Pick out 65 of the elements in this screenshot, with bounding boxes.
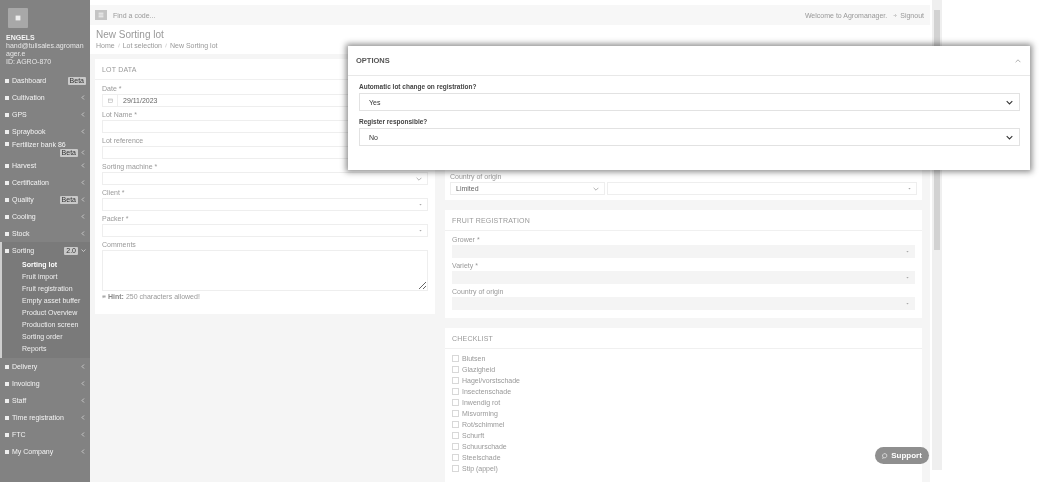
square-icon: [5, 248, 9, 253]
chevron-icon: [81, 150, 86, 155]
square-icon: [5, 112, 9, 117]
checkbox[interactable]: [452, 454, 459, 461]
square-icon: [5, 449, 9, 454]
checkbox[interactable]: [452, 377, 459, 384]
select-field[interactable]: [102, 198, 428, 211]
select-field[interactable]: [452, 297, 915, 310]
speech-bubble-icon: [102, 294, 106, 299]
checkbox[interactable]: [452, 421, 459, 428]
square-icon: [5, 163, 9, 168]
chevron-icon: [81, 381, 86, 386]
square-icon: [5, 197, 9, 202]
chevron-icon: [593, 185, 599, 192]
chevron-icon: [81, 180, 86, 185]
chat-icon: [882, 452, 889, 459]
select-field[interactable]: [452, 245, 915, 258]
chevron-icon: [81, 197, 86, 202]
square-icon: [5, 432, 9, 437]
sign-out-icon: [893, 12, 899, 18]
square-icon: [5, 398, 9, 403]
checkbox[interactable]: [452, 410, 459, 417]
chevron-icon: [81, 112, 86, 117]
chevron-icon: [81, 231, 86, 236]
calendar-icon: [107, 98, 113, 103]
chevron-icon: [81, 163, 86, 168]
chevron-icon: [81, 95, 86, 100]
square-icon: [5, 129, 9, 134]
checkbox[interactable]: [452, 388, 459, 395]
select-field[interactable]: [452, 271, 915, 284]
chevron-icon: [81, 248, 86, 253]
square-icon: [5, 231, 9, 236]
square-icon: [5, 364, 9, 369]
select-field[interactable]: [102, 224, 428, 237]
square-icon: [5, 180, 9, 185]
support-button[interactable]: Support: [875, 447, 929, 464]
chevron-icon: [81, 364, 86, 369]
square-icon: [5, 78, 9, 83]
checkbox[interactable]: [452, 465, 459, 472]
checkbox[interactable]: [452, 432, 459, 439]
square-icon: [5, 214, 9, 219]
square-icon: [5, 381, 9, 386]
chevron-icon: [416, 175, 422, 182]
square-icon: [5, 415, 9, 420]
checkbox[interactable]: [452, 443, 459, 450]
comments-field[interactable]: [102, 250, 428, 291]
logo-icon: [8, 8, 28, 28]
chevron-icon: [81, 398, 86, 403]
square-icon: [5, 142, 9, 146]
chevron-icon: [81, 432, 86, 437]
chevron-icon: [81, 449, 86, 454]
square-icon: [5, 95, 9, 100]
chevron-icon: [81, 214, 86, 219]
chevron-icon: [1006, 133, 1013, 141]
chevron-icon: [1006, 98, 1013, 106]
select-field[interactable]: [102, 172, 428, 185]
collapse-icon[interactable]: [1015, 57, 1021, 64]
menu-button[interactable]: [95, 10, 107, 20]
chevron-icon: [81, 129, 86, 134]
select-field[interactable]: [607, 182, 917, 195]
checkbox[interactable]: [452, 366, 459, 373]
checkbox[interactable]: [452, 399, 459, 406]
chevron-icon: [81, 415, 86, 420]
page-title: New Sorting lot: [96, 29, 165, 41]
checkbox[interactable]: [452, 355, 459, 362]
